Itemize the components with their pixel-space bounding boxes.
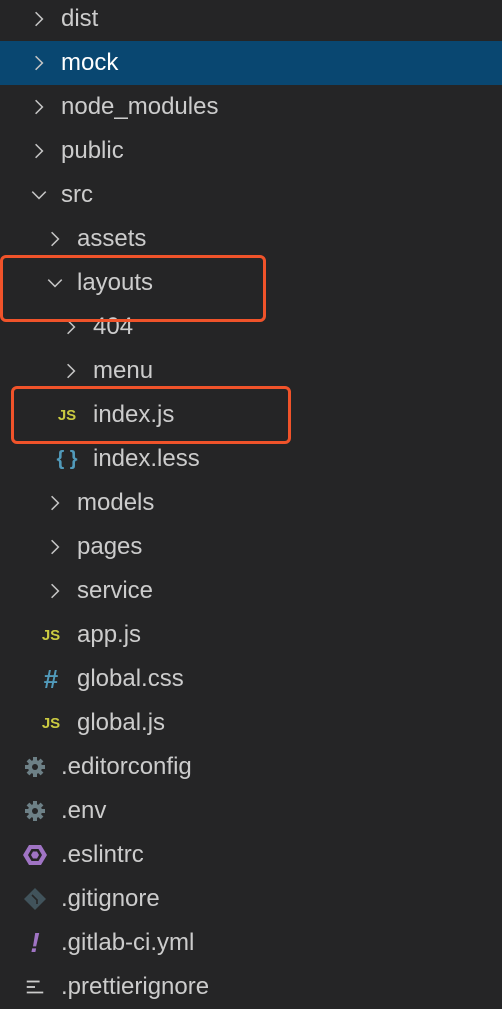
file-env[interactable]: .env — [0, 789, 502, 833]
folder-src[interactable]: src — [0, 173, 502, 217]
chevron-right-icon[interactable] — [43, 491, 67, 515]
chevron-right-icon[interactable] — [59, 359, 83, 383]
hash-icon: # — [43, 663, 59, 694]
file-global-css[interactable]: # global.css — [0, 657, 502, 701]
item-label: .env — [61, 797, 107, 824]
chevron-down-icon[interactable] — [27, 183, 51, 207]
item-label: service — [77, 577, 154, 604]
item-label: .prettierignore — [61, 973, 210, 1000]
file-editorconfig[interactable]: .editorconfig — [0, 745, 502, 789]
item-label: models — [77, 489, 155, 516]
file-eslintrc[interactable]: .eslintrc — [0, 833, 502, 877]
js-icon: JS — [41, 714, 61, 732]
file-gitignore[interactable]: .gitignore — [0, 877, 502, 921]
exclamation-icon: ! — [30, 927, 40, 958]
lines-icon — [23, 975, 47, 999]
file-global-js[interactable]: JS global.js — [0, 701, 502, 745]
chevron-right-icon[interactable] — [27, 139, 51, 163]
item-label: src — [61, 181, 93, 208]
folder-mock[interactable]: mock — [0, 41, 502, 85]
item-label: app.js — [77, 621, 142, 648]
item-label: global.js — [77, 709, 166, 736]
gear-icon — [23, 799, 47, 823]
chevron-right-icon[interactable] — [43, 227, 67, 251]
chevron-right-icon[interactable] — [27, 95, 51, 119]
folder-public[interactable]: public — [0, 129, 502, 173]
item-label: menu — [93, 357, 154, 384]
item-label: assets — [77, 225, 147, 252]
braces-icon: { } — [56, 447, 78, 470]
chevron-right-icon[interactable] — [43, 579, 67, 603]
js-icon: JS — [41, 626, 61, 644]
item-label: global.css — [77, 665, 184, 692]
file-prettierignore[interactable]: .prettierignore — [0, 965, 502, 1009]
item-label: .eslintrc — [61, 841, 144, 868]
item-label: index.less — [93, 445, 200, 472]
chevron-right-icon[interactable] — [27, 7, 51, 31]
item-label: mock — [61, 49, 119, 76]
folder-dist[interactable]: dist — [0, 0, 502, 41]
file-app-js[interactable]: JS app.js — [0, 613, 502, 657]
chevron-right-icon[interactable] — [43, 535, 67, 559]
gear-icon — [23, 755, 47, 779]
file-gitlab-ci-yml[interactable]: ! .gitlab-ci.yml — [0, 921, 502, 965]
folder-models[interactable]: models — [0, 481, 502, 525]
folder-pages[interactable]: pages — [0, 525, 502, 569]
chevron-right-icon[interactable] — [27, 51, 51, 75]
folder-node-modules[interactable]: node_modules — [0, 85, 502, 129]
item-label: dist — [61, 5, 99, 32]
item-label: .gitignore — [61, 885, 160, 912]
item-label: node_modules — [61, 93, 219, 120]
folder-service[interactable]: service — [0, 569, 502, 613]
item-label: pages — [77, 533, 143, 560]
git-icon — [23, 887, 47, 911]
highlight-box-index-js — [11, 386, 291, 444]
item-label: .editorconfig — [61, 753, 192, 780]
eslint-icon — [23, 843, 47, 867]
item-label: .gitlab-ci.yml — [61, 929, 195, 956]
highlight-box-layouts — [0, 255, 266, 322]
item-label: public — [61, 137, 124, 164]
